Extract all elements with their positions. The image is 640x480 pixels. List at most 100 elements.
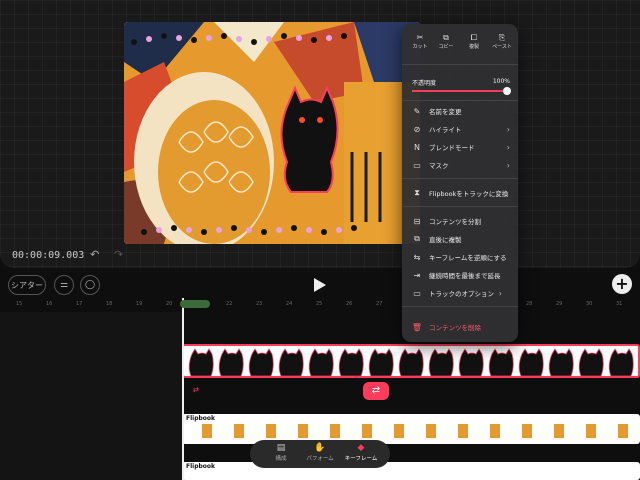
extend-duration-item[interactable]: ⇥ 継続時間を最後まで延長 <box>410 268 510 282</box>
flipbook-track-label-2: Flipbook <box>186 463 216 470</box>
extend-duration-label: 継続時間を最後まで延長 <box>429 272 501 280</box>
blend-icon: N <box>414 142 420 152</box>
redo-icon[interactable]: ↷ <box>114 248 123 261</box>
opacity-slider[interactable] <box>412 87 511 95</box>
track-options-label: トラックのオプション <box>429 290 494 298</box>
menu-divider <box>402 206 518 207</box>
ruler-tick: 16 <box>46 301 53 307</box>
ruler-tick: 27 <box>376 301 383 307</box>
chevron-right-icon: › <box>506 142 510 152</box>
opacity-label: 不透明度 <box>412 80 437 87</box>
duplicate-icon: ⧠ <box>470 33 478 42</box>
time-ruler[interactable]: 15 16 17 18 19 20 22 23 24 25 26 27 28 2… <box>0 298 640 312</box>
split-content-item[interactable]: ⊟ コンテンツを分割 <box>410 214 510 228</box>
opacity-value: 100% <box>492 78 510 85</box>
paste-icon: ⎘ <box>498 33 506 42</box>
speech-bubble-icon[interactable]: ◯ <box>80 275 100 295</box>
scissors-icon: ✂ <box>416 33 424 42</box>
opacity-row: 不透明度 100% <box>412 78 510 87</box>
menu-divider <box>402 100 518 101</box>
reverse-keyframes-item[interactable]: ⇆ キーフレームを逆順にする <box>410 250 510 264</box>
cut-label: カット <box>412 44 428 50</box>
keyframe-icon[interactable]: ⇄ <box>363 382 389 400</box>
duplicate-after-label: 直後に複製 <box>429 236 462 244</box>
canvas-viewer: 00:00:09.003 ↶ ↷ <box>0 0 640 268</box>
play-icon[interactable] <box>314 278 326 292</box>
track-options-item[interactable]: ▭ トラックのオプション › <box>410 286 510 300</box>
mode-perform-label: パフォーム <box>306 456 334 462</box>
rename-item[interactable]: ✎ 名前を変更 <box>410 104 510 118</box>
ruler-tick: 31 <box>616 301 623 307</box>
mode-compose-label: 構成 <box>275 456 287 462</box>
duplicate-label: 複製 <box>468 44 479 50</box>
split-icon: ⊟ <box>413 216 421 226</box>
opacity-slider-fill <box>412 90 508 92</box>
mode-keyframe[interactable]: ◆ キーフレーム <box>338 442 384 466</box>
undo-icon[interactable]: ↶ <box>90 248 99 261</box>
highlight-label: ハイライト <box>429 126 462 134</box>
plus-icon[interactable]: + <box>612 274 632 294</box>
highlight-icon: ⊘ <box>413 124 421 134</box>
pencil-icon: ✎ <box>413 106 421 116</box>
blend-mode-label: ブレンドモード <box>429 144 475 152</box>
flipbook-track[interactable]: Flipbook <box>182 414 640 444</box>
ruler-tick: 19 <box>136 301 143 307</box>
split-content-label: コンテンツを分割 <box>429 218 481 226</box>
playhead[interactable] <box>182 298 184 480</box>
menu-top-actions: ✂ カット ⧉ コピー ⧠ 複製 ⎘ ペースト <box>402 32 518 56</box>
opacity-slider-knob[interactable] <box>503 87 511 95</box>
app-root: 00:00:09.003 ↶ ↷ シアター ⚌ ◯ + 15 16 17 18 … <box>0 0 640 480</box>
menu-divider <box>402 306 518 307</box>
duplicate-after-icon: ⧉ <box>414 234 420 243</box>
rename-label: 名前を変更 <box>429 108 462 116</box>
ruler-tick: 15 <box>16 301 23 307</box>
copy-icon: ⧉ <box>443 33 449 42</box>
extend-icon: ⇥ <box>413 270 421 280</box>
menu-divider <box>402 178 518 179</box>
flipbook-track-2[interactable]: Flipbook <box>182 462 640 480</box>
sliders-icon[interactable]: ⚌ <box>54 275 74 295</box>
cat-frames <box>188 348 634 376</box>
timecode: 00:00:09.003 <box>12 250 85 261</box>
delete-content-item[interactable]: 🗑 コンテンツを削除 <box>410 320 510 334</box>
artwork-image <box>124 22 420 244</box>
copy-label: コピー <box>438 44 454 50</box>
ruler-tick: 25 <box>316 301 323 307</box>
mask-label: マスク <box>429 162 449 170</box>
paste-label: ペースト <box>492 44 512 50</box>
mode-perform[interactable]: ✋ パフォーム <box>297 442 343 466</box>
ruler-tick: 26 <box>346 301 353 307</box>
theater-button[interactable]: シアター <box>8 275 46 295</box>
blend-mode-item[interactable]: N ブレンドモード › <box>410 140 510 154</box>
paste-button[interactable]: ⎘ ペースト <box>488 32 516 50</box>
copy-button[interactable]: ⧉ コピー <box>432 32 460 50</box>
flipbook-frames <box>202 424 628 438</box>
highlight-item[interactable]: ⊘ ハイライト › <box>410 122 510 136</box>
hand-icon: ✋ <box>314 443 326 453</box>
cut-button[interactable]: ✂ カット <box>406 32 434 50</box>
selected-animation-track[interactable] <box>182 344 640 378</box>
duplicate-after-item[interactable]: ⧉ 直後に複製 <box>410 232 510 246</box>
convert-flipbook-item[interactable]: ⧗ Flipbookをトラックに変換 <box>410 186 510 200</box>
chevron-right-icon: › <box>506 160 510 170</box>
ruler-tick: 29 <box>556 301 563 307</box>
ruler-tick: 17 <box>76 301 83 307</box>
keyframe-marker-icon[interactable]: ⇄ <box>193 386 199 394</box>
mask-item[interactable]: ▭ マスク › <box>410 158 510 172</box>
ruler-tick: 23 <box>256 301 263 307</box>
menu-divider <box>402 64 518 65</box>
artwork-canvas[interactable] <box>124 22 420 244</box>
mask-icon: ▭ <box>413 160 421 170</box>
chevron-right-icon: › <box>506 124 510 134</box>
mode-switcher: ▤ 構成 ✋ パフォーム ◆ キーフレーム <box>250 440 390 468</box>
chevron-right-icon: › <box>498 288 502 298</box>
playhead-handle[interactable] <box>180 300 210 308</box>
mode-keyframe-label: キーフレーム <box>344 456 378 462</box>
reverse-keyframes-label: キーフレームを逆順にする <box>429 254 507 262</box>
duplicate-button[interactable]: ⧠ 複製 <box>460 32 488 50</box>
context-menu: ✂ カット ⧉ コピー ⧠ 複製 ⎘ ペースト 不透明度 100% ✎ 名前を変… <box>402 24 518 342</box>
ruler-tick: 22 <box>226 301 233 307</box>
delete-content-label: コンテンツを削除 <box>429 324 481 332</box>
trash-icon: 🗑 <box>411 322 423 332</box>
ruler-tick: 18 <box>106 301 113 307</box>
